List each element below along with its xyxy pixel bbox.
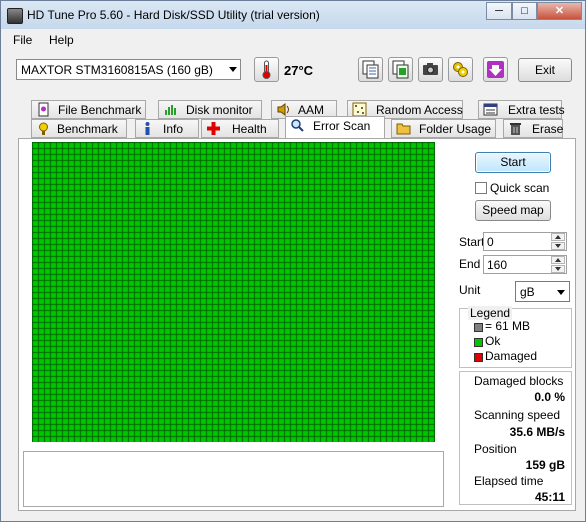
menu-help[interactable]: Help bbox=[49, 33, 74, 47]
position-value: 159 gB bbox=[525, 458, 565, 472]
unit-label: Unit bbox=[459, 283, 481, 297]
exit-button[interactable]: Exit bbox=[518, 58, 572, 82]
tab-folder-usage[interactable]: Folder Usage bbox=[391, 119, 496, 138]
quick-scan-label: Quick scan bbox=[490, 181, 550, 195]
benchmark-icon bbox=[39, 122, 48, 135]
start-spin-up-icon[interactable] bbox=[551, 233, 565, 241]
health-cross-icon bbox=[207, 122, 220, 135]
block-size-label: = 61 MB bbox=[485, 319, 531, 333]
drive-select[interactable]: MAXTOR STM3160815AS (160 gB) bbox=[16, 59, 241, 80]
magnifier-icon bbox=[291, 119, 304, 132]
file-benchmark-icon bbox=[38, 102, 49, 117]
legend-title: Legend bbox=[468, 306, 513, 320]
save-button[interactable] bbox=[483, 57, 508, 82]
app-icon bbox=[7, 8, 23, 24]
tab-file-benchmark[interactable]: File Benchmark bbox=[31, 100, 146, 119]
damaged-blocks-label: Damaged blocks bbox=[474, 374, 564, 388]
folder-icon bbox=[396, 123, 411, 135]
elapsed-time-value: 45:11 bbox=[534, 490, 565, 504]
copy-screenshot-icon bbox=[392, 60, 409, 79]
tab-info[interactable]: Info bbox=[135, 119, 199, 138]
tab-error-scan[interactable]: Error Scan bbox=[285, 116, 385, 139]
start-scan-button[interactable]: Start bbox=[475, 152, 551, 173]
thermometer-icon bbox=[262, 60, 271, 79]
start-field-label: Start bbox=[459, 235, 485, 249]
close-button[interactable]: ✕ bbox=[537, 2, 582, 20]
minimize-icon: ─ bbox=[495, 5, 503, 17]
position-label: Position bbox=[474, 442, 517, 456]
copy-text-button[interactable] bbox=[358, 57, 383, 82]
tab-benchmark[interactable]: Benchmark bbox=[31, 119, 127, 138]
scanning-speed-value: 35.6 MB/s bbox=[509, 425, 565, 439]
damaged-label: Damaged bbox=[485, 349, 538, 363]
scan-block-grid bbox=[32, 142, 435, 442]
legend-box: Legend = 61 MB Ok Damaged bbox=[459, 306, 572, 368]
extra-tests-icon bbox=[483, 103, 498, 116]
end-spin-down-icon[interactable] bbox=[551, 265, 565, 273]
info-icon bbox=[145, 122, 150, 135]
screenshot-button[interactable] bbox=[418, 57, 443, 82]
copy-text-icon bbox=[362, 60, 379, 79]
scanning-speed-label: Scanning speed bbox=[474, 408, 561, 422]
close-icon: ✕ bbox=[554, 5, 565, 17]
unit-select[interactable]: gB bbox=[515, 281, 570, 302]
tab-erase[interactable]: Erase bbox=[503, 119, 563, 138]
window-title: HD Tune Pro 5.60 - Hard Disk/SSD Utility… bbox=[27, 8, 320, 22]
end-position-input[interactable]: 160 bbox=[483, 255, 567, 274]
options-button[interactable] bbox=[448, 57, 473, 82]
tab-health[interactable]: Health bbox=[201, 119, 279, 138]
copy-screenshot-button[interactable] bbox=[388, 57, 413, 82]
chevron-down-icon bbox=[557, 290, 565, 295]
main-window: HD Tune Pro 5.60 - Hard Disk/SSD Utility… bbox=[0, 0, 586, 522]
speed-map-button[interactable]: Speed map bbox=[475, 200, 551, 221]
end-position-value: 160 bbox=[487, 258, 508, 272]
trash-icon bbox=[510, 123, 521, 135]
menu-bar: File Help bbox=[1, 30, 585, 50]
start-position-input[interactable]: 0 bbox=[483, 232, 567, 251]
minimize-button[interactable]: ─ bbox=[486, 2, 512, 20]
end-spin-up-icon[interactable] bbox=[551, 256, 565, 264]
menu-file[interactable]: File bbox=[13, 33, 32, 47]
speaker-icon bbox=[277, 103, 289, 116]
maximize-icon: □ bbox=[521, 5, 528, 17]
tab-extra-tests[interactable]: Extra tests bbox=[478, 100, 565, 119]
drive-select-value: MAXTOR STM3160815AS (160 gB) bbox=[21, 63, 213, 77]
start-spin-down-icon[interactable] bbox=[551, 242, 565, 250]
damaged-blocks-value: 0.0 % bbox=[534, 390, 565, 404]
quick-scan-checkbox[interactable] bbox=[475, 182, 487, 194]
unit-select-value: gB bbox=[520, 285, 535, 299]
title-bar[interactable]: HD Tune Pro 5.60 - Hard Disk/SSD Utility… bbox=[1, 1, 585, 29]
ok-swatch bbox=[474, 338, 483, 347]
scan-stats-box: Damaged blocks 0.0 % Scanning speed 35.6… bbox=[459, 371, 572, 505]
tab-disk-monitor[interactable]: Disk monitor bbox=[158, 100, 262, 119]
elapsed-time-label: Elapsed time bbox=[474, 474, 544, 488]
temperature-readout: 27°C bbox=[284, 63, 314, 78]
chevron-down-icon bbox=[229, 67, 237, 72]
maximize-button[interactable]: □ bbox=[512, 2, 537, 20]
camera-icon bbox=[423, 63, 438, 75]
options-icon bbox=[453, 62, 468, 77]
end-field-label: End bbox=[459, 257, 481, 271]
random-access-icon bbox=[352, 102, 367, 117]
damaged-swatch bbox=[474, 353, 483, 362]
scan-log-box[interactable] bbox=[23, 451, 444, 507]
block-size-swatch bbox=[474, 323, 483, 332]
save-icon bbox=[487, 61, 504, 78]
disk-monitor-icon bbox=[165, 105, 176, 115]
ok-label: Ok bbox=[485, 334, 501, 348]
start-position-value: 0 bbox=[487, 235, 494, 249]
temperature-button[interactable] bbox=[254, 57, 279, 82]
